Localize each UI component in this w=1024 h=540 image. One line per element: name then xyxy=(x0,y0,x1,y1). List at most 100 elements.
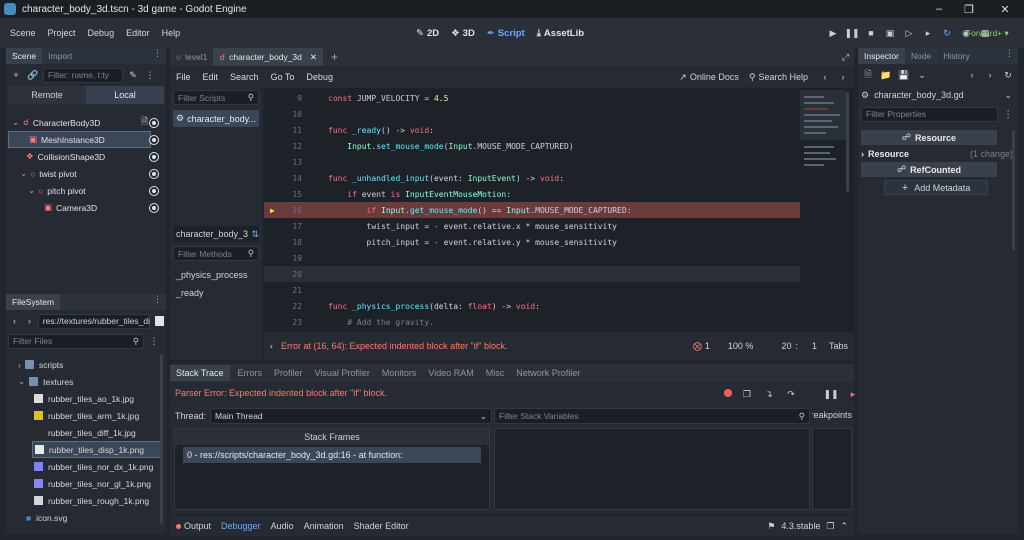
tree-node-collisionshape3d[interactable]: ❖ CollisionShape3D xyxy=(6,148,166,165)
tab-audio[interactable]: Audio xyxy=(271,521,294,531)
tab-errors[interactable]: Errors xyxy=(238,368,263,378)
error-message[interactable]: Error at (16, 64): Expected indented blo… xyxy=(281,341,508,351)
tab-network-profiler[interactable]: Network Profiler xyxy=(516,368,580,378)
node-menu-icon[interactable]: ⋮ xyxy=(143,68,157,82)
menu-project[interactable]: Project xyxy=(42,28,82,38)
prev-script-icon[interactable]: ‹ xyxy=(818,70,832,84)
pause-icon[interactable]: ❚❚ xyxy=(844,26,859,40)
tree-node-meshinstance3d[interactable]: ▣ MeshInstance3D xyxy=(8,131,151,148)
menu-editor[interactable]: Editor xyxy=(120,28,156,38)
back-icon[interactable]: ‹ xyxy=(8,314,21,328)
workspace-script[interactable]: ✒ Script xyxy=(487,28,525,39)
folder-scripts[interactable]: › scripts xyxy=(6,356,166,373)
workspace-3d[interactable]: ❖ 3D xyxy=(451,28,475,39)
file-item[interactable]: rubber_tiles_nor_dx_1k.png xyxy=(6,458,166,475)
code-line[interactable]: 20 xyxy=(264,266,800,282)
script-menu-debug[interactable]: Debug xyxy=(300,72,339,82)
script-list-item[interactable]: ⚙ character_body... xyxy=(173,110,259,127)
step-into-icon[interactable]: ↴ xyxy=(762,387,776,401)
tab-import[interactable]: Import xyxy=(42,48,78,64)
code-editor[interactable]: 9 const JUMP_VELOCITY = 4.5 10 11 func _read… xyxy=(264,88,854,332)
file-item[interactable]: rubber_tiles_rough_1k.png xyxy=(6,492,166,509)
code-line[interactable]: 10 xyxy=(264,106,854,122)
code-line[interactable]: 17 twist_input = - event.relative.x * mo… xyxy=(264,218,854,234)
filter-properties-input[interactable]: Filter Properties xyxy=(861,106,999,122)
script-menu-goto[interactable]: Go To xyxy=(265,72,301,82)
next-script-icon[interactable]: › xyxy=(836,70,850,84)
script-attached-icon[interactable]: 🗎 xyxy=(141,116,148,130)
code-line[interactable]: 14 func _unhandled_input(event: InputEven… xyxy=(264,170,854,186)
tab-profiler[interactable]: Profiler xyxy=(274,368,303,378)
save-icon[interactable]: 💾 xyxy=(897,68,911,82)
thread-select[interactable]: Main Thread ⌄ xyxy=(210,408,493,424)
breakpoint-icon[interactable] xyxy=(724,389,732,397)
tab-video-ram[interactable]: Video RAM xyxy=(428,368,473,378)
path-input[interactable]: res://textures/rubber_tiles_di xyxy=(37,313,150,329)
code-line[interactable]: 16 if Input.get_mouse_mode() == Input.MO… xyxy=(264,202,800,218)
workspace-2d[interactable]: ✎ 2D xyxy=(416,28,439,39)
error-count[interactable]: ⨂ 1 xyxy=(693,341,710,352)
inspector-scrollbar[interactable] xyxy=(1012,130,1015,250)
tab-node[interactable]: Node xyxy=(905,48,937,64)
zoom-level[interactable]: 100 % xyxy=(728,341,754,351)
tab-shader-editor[interactable]: Shader Editor xyxy=(354,521,409,531)
filter-scripts-input[interactable]: Filter Scripts ⚲ xyxy=(173,90,259,105)
back-icon[interactable]: ‹ xyxy=(965,68,979,82)
visibility-eye-icon[interactable] xyxy=(150,136,158,144)
history-icon[interactable]: ↻ xyxy=(1001,68,1015,82)
file-item[interactable]: rubber_tiles_ao_1k.jpg xyxy=(6,390,166,407)
tab-animation[interactable]: Animation xyxy=(304,521,344,531)
minimap[interactable] xyxy=(800,90,846,200)
code-line[interactable]: 15 if event is InputEventMouseMotion: xyxy=(264,186,854,202)
distraction-free-icon[interactable]: ⤢ xyxy=(842,52,849,63)
split-view-icon[interactable] xyxy=(154,316,164,326)
visibility-eye-icon[interactable] xyxy=(150,152,158,161)
code-scrollbar[interactable] xyxy=(846,92,849,192)
code-line[interactable]: 19 xyxy=(264,250,854,266)
code-line[interactable]: 13 xyxy=(264,154,854,170)
filter-methods-input[interactable]: Filter Methods ⚲ xyxy=(173,246,259,261)
break-icon[interactable]: ❚❚ xyxy=(823,387,838,401)
tab-misc[interactable]: Misc xyxy=(486,368,505,378)
inspector-menu-icon[interactable]: ⋮ xyxy=(1001,107,1015,121)
tab-filesystem[interactable]: FileSystem xyxy=(6,294,61,310)
resource-subsection[interactable]: › Resource (1 change) xyxy=(861,147,1013,161)
script-menu-file[interactable]: File xyxy=(170,72,197,82)
play-scene-icon[interactable]: ▷ xyxy=(902,26,916,40)
tab-output[interactable]: Output xyxy=(176,521,211,531)
fs-scrollbar[interactable] xyxy=(160,354,163,524)
tab-inspector[interactable]: Inspector xyxy=(858,48,905,64)
add-metadata-button[interactable]: + Add Metadata xyxy=(884,180,988,195)
link-icon[interactable]: 🔗 xyxy=(26,68,40,82)
code-line[interactable]: 9 const JUMP_VELOCITY = 4.5 xyxy=(264,90,854,106)
renderer-select[interactable]: Forward+ ▾ xyxy=(966,28,1009,39)
file-item[interactable]: rubber_tiles_arm_1k.jpg xyxy=(6,407,166,424)
stack-frame-row[interactable]: 0 - res://scripts/character_body_3d.gd:1… xyxy=(183,447,481,463)
attach-script-icon[interactable]: ✎ xyxy=(126,68,140,82)
play-icon[interactable]: ▶ xyxy=(826,26,840,40)
tree-node-pitch-pivot[interactable]: ⌄ ○ pitch pivot xyxy=(6,182,166,199)
file-item[interactable]: ■ icon.svg xyxy=(6,509,166,526)
new-resource-icon[interactable]: 🗎 xyxy=(861,68,875,82)
tab-history[interactable]: History xyxy=(937,48,975,64)
inspected-file[interactable]: character_body_3d.gd xyxy=(874,90,964,100)
visibility-eye-icon[interactable] xyxy=(150,118,158,127)
online-docs-button[interactable]: ↗ Online Docs xyxy=(679,72,739,83)
version-label[interactable]: 4.3.stable xyxy=(781,521,820,531)
copy-icon[interactable]: ❐ xyxy=(740,387,754,401)
sort-icon[interactable]: ⇅ xyxy=(251,229,259,240)
code-line[interactable]: 23 # Add the gravity. xyxy=(264,314,854,330)
dock-menu-icon[interactable]: ⋮ xyxy=(1005,48,1014,64)
step-over-icon[interactable]: ↷ xyxy=(784,387,798,401)
code-line[interactable]: 11 func _ready() -> void: xyxy=(264,122,854,138)
search-help-button[interactable]: ⚲ Search Help xyxy=(749,72,808,83)
tree-node-camera3d[interactable]: ▣ Camera3D xyxy=(6,199,166,216)
code-line[interactable]: 21 xyxy=(264,282,854,298)
code-line[interactable]: 18 pitch_input = - event.relative.y * mo… xyxy=(264,234,854,250)
tab-stack-trace[interactable]: Stack Trace xyxy=(170,365,230,381)
script-menu-edit[interactable]: Edit xyxy=(197,72,225,82)
file-item[interactable]: rubber_tiles_nor_gl_1k.png xyxy=(6,475,166,492)
fs-menu-icon[interactable]: ⋮ xyxy=(147,334,161,348)
code-line[interactable]: 22 func _physics_process(delta: float) ->… xyxy=(264,298,854,314)
chevron-down-icon[interactable]: ⌄ xyxy=(1004,90,1012,101)
